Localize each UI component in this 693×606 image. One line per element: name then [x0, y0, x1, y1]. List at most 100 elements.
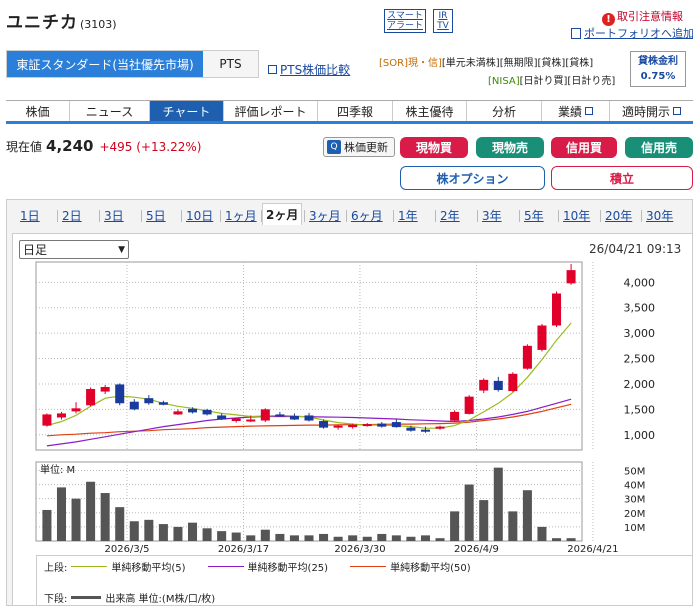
volume-bar	[115, 507, 125, 541]
volume-bar	[391, 535, 401, 541]
volume-bar	[537, 526, 547, 541]
price-pane-frame	[35, 261, 583, 451]
volume-unit-label: 単位: M	[40, 463, 75, 476]
candle-body	[100, 386, 110, 392]
candle-body	[522, 345, 532, 369]
legend-ma25-line	[207, 566, 244, 567]
candle-body	[71, 408, 81, 412]
volume-bar	[362, 536, 372, 541]
candle-body	[144, 398, 154, 404]
candle-body	[537, 325, 547, 350]
legend-upper-label: 上段:	[44, 563, 68, 574]
price-tick-label: 3,000	[624, 327, 656, 340]
candle-body	[333, 425, 343, 428]
volume-bar	[217, 531, 227, 541]
volume-bar	[420, 535, 430, 541]
volume-bar	[406, 536, 416, 541]
volume-bar	[188, 522, 198, 541]
candle-body	[129, 401, 139, 410]
legend-lower-row: 下段: 出来高 単位:(M株/口/枚)	[44, 590, 215, 605]
legend-ma50-line	[350, 566, 387, 567]
candle-body	[420, 429, 430, 432]
candle-body	[464, 396, 474, 414]
x-tick-label: 2026/4/21	[567, 544, 618, 555]
candle-body	[391, 422, 401, 428]
legend-ma5-label: 単純移動平均(5)	[111, 563, 186, 574]
legend-volume-line	[71, 596, 102, 599]
volume-bar	[333, 536, 343, 541]
volume-bar	[304, 535, 314, 541]
candle-body	[479, 379, 489, 391]
volume-bar	[275, 533, 285, 541]
candle-body	[260, 409, 270, 421]
volume-bar	[100, 493, 110, 541]
x-tick-label: 2026/3/30	[334, 544, 385, 555]
volume-bar	[435, 538, 445, 541]
legend-upper-row: 上段: 単純移動平均(5) 単純移動平均(25) 単純移動平均(50)	[44, 559, 471, 574]
legend-volume-label: 出来高 単位:(M株/口/枚)	[105, 594, 216, 605]
volume-bar	[158, 524, 168, 541]
volume-bar	[566, 538, 576, 541]
volume-bar	[377, 533, 387, 541]
price-tick-label: 3,500	[624, 302, 656, 315]
price-tick-label: 1,000	[624, 429, 656, 442]
candle-body	[158, 402, 168, 405]
volume-tick-label: 30M	[624, 495, 645, 506]
legend-lower-label: 下段:	[44, 594, 68, 605]
volume-bar	[289, 535, 299, 541]
volume-bar	[552, 538, 562, 541]
volume-bar	[231, 532, 241, 541]
volume-bar	[71, 498, 81, 541]
legend-ma50-label: 単純移動平均(50)	[390, 563, 471, 574]
volume-bar	[86, 481, 96, 541]
legend-ma25-label: 単純移動平均(25)	[247, 563, 329, 574]
candle-body	[115, 384, 125, 404]
candle-body	[435, 426, 445, 429]
candle-body	[217, 415, 227, 420]
price-tick-label: 4,000	[624, 276, 656, 289]
volume-bar	[260, 529, 270, 541]
candle-body	[86, 389, 96, 406]
volume-bar	[479, 500, 489, 541]
candle-body	[552, 293, 562, 326]
volume-bar	[464, 484, 474, 541]
candle-body	[348, 424, 358, 428]
price-tick-label: 2,000	[624, 378, 656, 391]
candle-body	[566, 270, 576, 284]
volume-bar	[508, 511, 518, 541]
candle-body	[246, 419, 256, 422]
volume-bar	[319, 533, 329, 541]
volume-bar	[56, 487, 66, 541]
volume-bar	[202, 528, 212, 541]
candle-body	[188, 408, 198, 413]
price-tick-label: 1,500	[624, 403, 656, 416]
volume-tick-label: 20M	[624, 509, 645, 520]
candle-body	[508, 373, 518, 392]
candle-body	[231, 418, 241, 422]
volume-bar	[522, 490, 532, 541]
candle-body	[362, 424, 372, 427]
volume-bar	[144, 519, 154, 541]
volume-bar	[173, 526, 183, 541]
volume-bar	[450, 511, 460, 541]
candle-body	[406, 427, 416, 431]
x-tick-label: 2026/3/17	[218, 544, 269, 555]
volume-bar	[348, 535, 358, 541]
volume-tick-label: 50M	[624, 466, 645, 477]
candle-body	[202, 409, 212, 415]
x-tick-label: 2026/4/9	[454, 544, 499, 555]
volume-bar	[129, 521, 139, 541]
candle-body	[493, 380, 503, 391]
candle-body	[56, 413, 66, 418]
price-tick-label: 2,500	[624, 353, 656, 366]
candle-body	[450, 411, 460, 421]
candle-body	[304, 415, 314, 421]
stock-chart: 1,000 1,500 2,000 2,500 3,000 3,500 4,000 10M 20…	[35, 261, 656, 555]
candle-body	[289, 415, 299, 420]
candle-body	[42, 414, 52, 426]
candle-body	[377, 423, 387, 427]
volume-tick-label: 10M	[624, 523, 645, 534]
candle-body	[275, 414, 285, 417]
x-tick-label: 2026/3/5	[105, 544, 150, 555]
volume-tick-label: 40M	[624, 481, 645, 492]
